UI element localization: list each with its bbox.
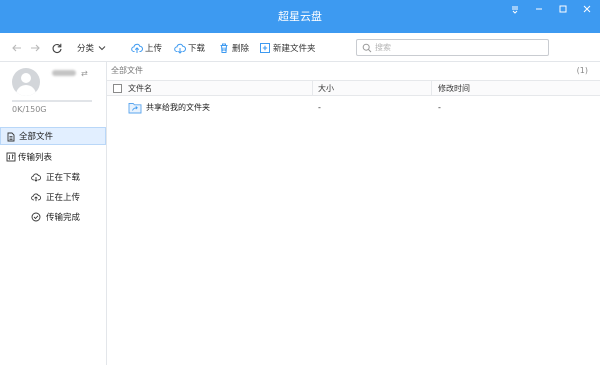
avatar[interactable] (12, 68, 40, 96)
username-blurred (52, 70, 76, 76)
menu-icon[interactable] (503, 0, 527, 18)
arrow-left-icon (12, 44, 21, 51)
file-modified: - (438, 103, 441, 112)
upload-button[interactable]: 上传 (131, 33, 162, 62)
item-count: (1) (576, 66, 588, 75)
sidebar-item-all-files[interactable]: 全部文件 (0, 127, 106, 145)
forward-button[interactable] (29, 33, 41, 62)
new-folder-label: 新建文件夹 (273, 43, 316, 54)
delete-label: 删除 (232, 43, 250, 54)
cloud-upload-icon (31, 193, 41, 202)
sidebar-item-label: 正在上传 (46, 193, 81, 203)
download-label: 下载 (188, 43, 206, 54)
upload-label: 上传 (145, 43, 163, 54)
refresh-button[interactable] (51, 33, 63, 62)
breadcrumb: 全部文件 (111, 66, 143, 75)
switch-account-icon[interactable]: ⇄ (81, 69, 88, 78)
delete-button[interactable]: 删除 (218, 33, 249, 62)
new-folder-icon (260, 42, 270, 53)
check-circle-icon (31, 212, 41, 222)
sidebar-item-label: 正在下载 (46, 173, 81, 183)
file-name[interactable]: 共享给我的文件夹 (146, 98, 210, 118)
shared-folder-icon (128, 103, 142, 114)
sidebar: ⇄ 0K/150G 全部文件 传输列表 正在下载 正在上传 传输完成 (0, 62, 107, 365)
sort-label: 分类 (77, 43, 95, 54)
title-bar: 超星云盘 (0, 0, 600, 33)
document-icon (7, 132, 15, 142)
sidebar-item-label: 传输完成 (46, 213, 81, 223)
sidebar-item-downloading[interactable]: 正在下载 (0, 168, 106, 186)
back-button[interactable] (11, 33, 23, 62)
select-all-checkbox[interactable] (113, 84, 122, 93)
minimize-icon[interactable] (527, 0, 551, 18)
trash-icon (220, 43, 228, 53)
sidebar-item-label: 全部文件 (19, 132, 54, 142)
sidebar-item-completed[interactable]: 传输完成 (0, 208, 106, 226)
maximize-icon[interactable] (551, 0, 575, 18)
search-input[interactable]: 搜索 (356, 39, 549, 56)
cloud-upload-icon (131, 43, 143, 53)
search-icon (362, 43, 372, 52)
search-placeholder: 搜索 (375, 43, 391, 52)
file-list-panel: 全部文件 (1) 文件名 大小 修改时间 共享给我的文件夹 - - (107, 62, 600, 365)
chevron-down-icon (98, 45, 106, 50)
column-header-modified[interactable]: 修改时间 (438, 81, 470, 96)
transfer-list-icon (6, 152, 16, 162)
sidebar-item-transfer-list[interactable]: 传输列表 (0, 148, 106, 166)
arrow-right-icon (31, 44, 40, 51)
file-size: - (318, 103, 321, 112)
column-header-name[interactable]: 文件名 (128, 81, 152, 96)
cloud-download-icon (31, 173, 41, 182)
sidebar-item-uploading[interactable]: 正在上传 (0, 188, 106, 206)
cloud-download-icon (174, 43, 186, 54)
new-folder-button[interactable]: 新建文件夹 (259, 33, 316, 62)
table-header: 文件名 大小 修改时间 (107, 80, 600, 96)
column-divider[interactable] (312, 81, 313, 96)
download-button[interactable]: 下载 (174, 33, 205, 62)
sidebar-item-label: 传输列表 (18, 153, 53, 163)
quota-text: 0K/150G (12, 105, 47, 114)
close-icon[interactable] (575, 0, 599, 18)
sort-dropdown[interactable]: 分类 (75, 33, 107, 62)
column-divider[interactable] (431, 81, 432, 96)
column-header-size[interactable]: 大小 (318, 81, 334, 96)
refresh-icon (52, 43, 62, 53)
toolbar: 分类 上传 下载 删除 新建文件夹 搜索 (0, 33, 600, 62)
quota-bar (12, 100, 92, 102)
table-row[interactable]: 共享给我的文件夹 - - (107, 98, 600, 118)
